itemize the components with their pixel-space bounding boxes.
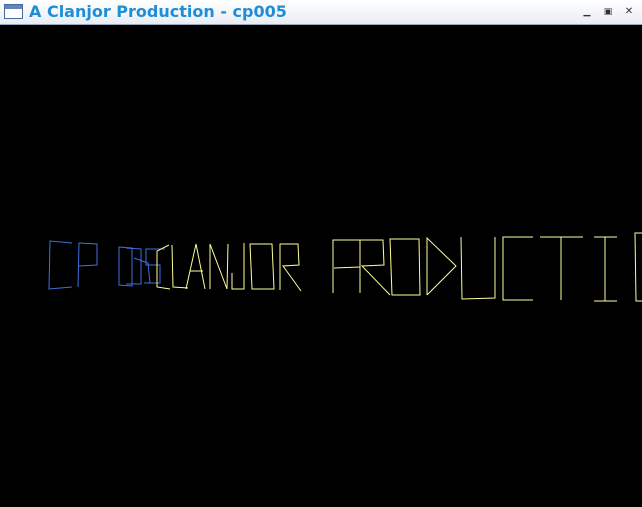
window-app-icon: [4, 4, 23, 19]
restore-icon[interactable]: ▣: [601, 5, 615, 19]
logo-vector-art: [48, 232, 642, 302]
digit-5-blue: [144, 248, 165, 284]
window-title: A Clanjor Production - cp005: [29, 2, 287, 21]
letter-p2-yellow: [332, 239, 361, 293]
letter-r2-yellow: [359, 239, 391, 296]
minimize-icon[interactable]: ▁: [580, 5, 594, 19]
letter-r-yellow: [279, 243, 302, 292]
digit-0-blue: [118, 246, 133, 287]
letter-o3-yellow: [634, 232, 642, 302]
game-window: A Clanjor Production - cp005 ▁ ▣ ✕: [0, 0, 642, 507]
letter-o-yellow: [249, 243, 275, 290]
letter-a-yellow: [185, 243, 206, 290]
render-canvas[interactable]: [0, 25, 642, 507]
letter-u-yellow: [460, 236, 496, 300]
close-icon[interactable]: ✕: [622, 5, 636, 19]
letter-i-yellow: [594, 236, 617, 302]
letter-n-yellow: [209, 243, 229, 290]
letter-c-yellow: [156, 244, 171, 290]
letter-c-blue: [48, 240, 73, 290]
letter-j-yellow: [231, 243, 245, 290]
letter-c2-yellow: [502, 236, 533, 301]
letter-l-yellow: [171, 244, 189, 289]
letter-t-yellow: [540, 236, 583, 300]
letter-d-yellow: [426, 236, 457, 296]
letter-o2-yellow: [389, 238, 421, 296]
title-bar[interactable]: A Clanjor Production - cp005 ▁ ▣ ✕: [0, 0, 642, 25]
letter-p-blue: [77, 242, 98, 288]
digit-0b-blue: [125, 247, 142, 285]
digit-5-inner-blue: [133, 257, 151, 284]
